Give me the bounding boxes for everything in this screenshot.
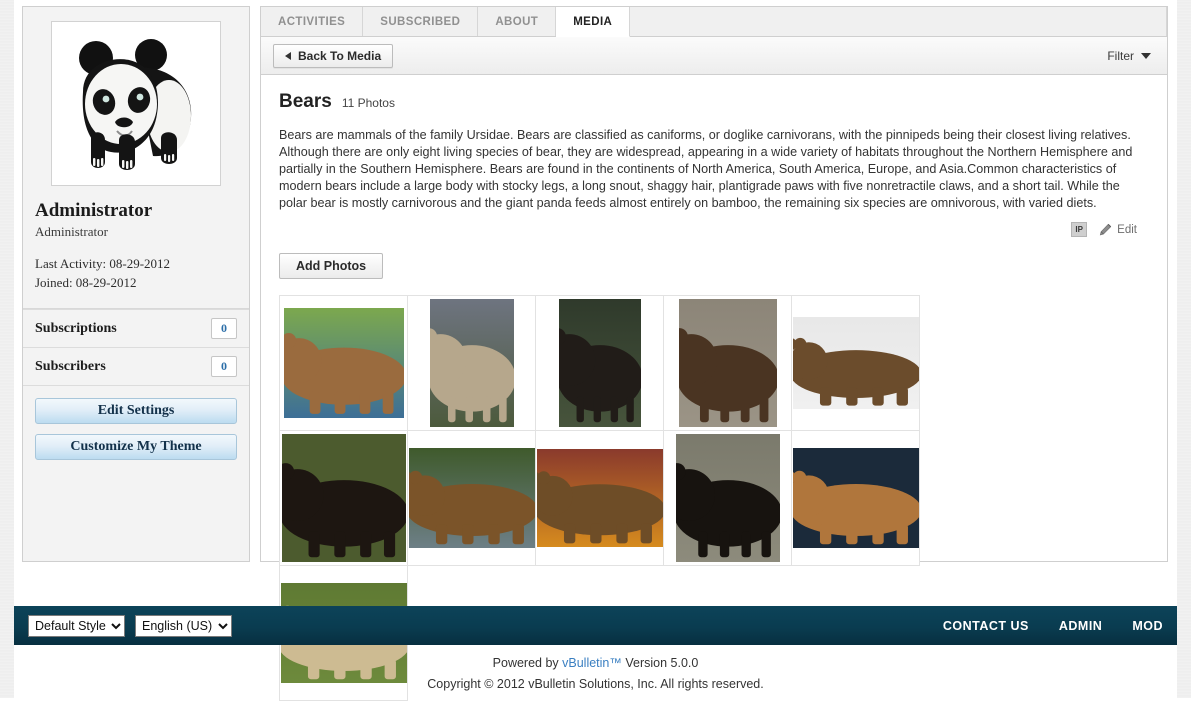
last-activity-text: Last Activity: 08-29-2012: [35, 254, 237, 273]
footer-links: CONTACT US ADMIN MOD: [943, 619, 1163, 633]
photo-image: [409, 448, 535, 548]
vbulletin-link[interactable]: vBulletin™: [562, 656, 622, 670]
edit-label: Edit: [1117, 224, 1137, 236]
language-select[interactable]: English (US): [135, 615, 232, 637]
photo-thumb-black-bear-front-view-on-rocks[interactable]: [664, 431, 792, 566]
site-footer-bar: Default Style English (US) CONTACT US AD…: [14, 606, 1177, 645]
photo-thumb-black-bear-closeup-portrait[interactable]: [280, 431, 408, 566]
powered-version: Version 5.0.0: [622, 656, 698, 670]
joined-text: Joined: 08-29-2012: [35, 273, 237, 292]
photo-image: [284, 308, 404, 418]
photo-image: [793, 448, 919, 548]
footer-link-mod[interactable]: MOD: [1132, 619, 1163, 633]
customize-my-theme-button[interactable]: Customize My Theme: [35, 434, 237, 460]
tabbar-filler: [630, 7, 1167, 36]
ip-button[interactable]: IP: [1071, 222, 1087, 237]
album-description: Bears are mammals of the family Ursidae.…: [279, 127, 1149, 212]
tab-subscribed[interactable]: SUBSCRIBED: [363, 7, 478, 36]
photo-image: [282, 434, 406, 562]
stat-count-badge: 0: [211, 318, 237, 339]
profile-sidebar: Administrator Administrator Last Activit…: [22, 6, 250, 562]
photo-image: [793, 317, 919, 409]
album-meta-actions: IP Edit: [279, 222, 1149, 237]
chevron-down-icon: [1141, 53, 1151, 59]
photo-image: [676, 434, 780, 562]
powered-by-line: Powered by vBulletin™ Version 5.0.0: [14, 653, 1177, 674]
photo-image: [559, 299, 641, 427]
filter-label: Filter: [1107, 49, 1134, 63]
edit-settings-button[interactable]: Edit Settings: [35, 398, 237, 424]
edit-album-link[interactable]: Edit: [1099, 223, 1137, 236]
photo-image: [679, 299, 777, 427]
page-root: Administrator Administrator Last Activit…: [0, 0, 1191, 698]
powered-prefix: Powered by: [493, 656, 562, 670]
filter-dropdown[interactable]: Filter: [1103, 47, 1155, 65]
sidebar-stat-subscriptions[interactable]: Subscriptions 0: [23, 309, 249, 347]
back-to-media-button[interactable]: Back To Media: [273, 44, 393, 68]
panda-avatar-icon: [61, 30, 211, 178]
album-header: Bears 11 Photos: [279, 91, 1149, 113]
footer-link-admin[interactable]: ADMIN: [1059, 619, 1102, 633]
arrow-left-icon: [285, 52, 291, 60]
media-toolbar: Back To Media Filter: [261, 37, 1167, 75]
stat-count-badge: 0: [211, 356, 237, 377]
tab-about[interactable]: ABOUT: [478, 7, 556, 36]
album-title: Bears: [279, 91, 332, 113]
sidebar-stat-subscribers[interactable]: Subscribers 0: [23, 347, 249, 385]
page-wrapper: Administrator Administrator Last Activit…: [14, 0, 1177, 604]
sidebar-actions: Edit Settings Customize My Theme: [23, 385, 249, 472]
add-photos-button[interactable]: Add Photos: [279, 253, 383, 279]
profile-usertitle: Administrator: [35, 224, 237, 240]
photo-thumb-grizzly-bear-walking-on-rocks[interactable]: [664, 296, 792, 431]
content-panel: ACTIVITIES SUBSCRIBED ABOUT MEDIA Back T…: [260, 6, 1168, 562]
avatar[interactable]: [51, 21, 221, 186]
style-select[interactable]: Default Style: [28, 615, 125, 637]
photo-thumb-brown-bear-catching-fish-in-river[interactable]: [280, 296, 408, 431]
photo-thumb-grizzly-bear-roaring[interactable]: [792, 431, 920, 566]
copyright-text: Copyright © 2012 vBulletin Solutions, In…: [14, 674, 1177, 695]
profile-username: Administrator: [35, 200, 237, 222]
tab-media[interactable]: MEDIA: [556, 7, 630, 37]
profile-meta: Last Activity: 08-29-2012 Joined: 08-29-…: [35, 254, 237, 292]
copyright-block: Powered by vBulletin™ Version 5.0.0 Copy…: [14, 650, 1177, 698]
profile-tabbar: ACTIVITIES SUBSCRIBED ABOUT MEDIA: [261, 7, 1167, 37]
photo-thumb-black-bear-standing-upright[interactable]: [536, 296, 664, 431]
photo-thumb-grizzly-bear-in-autumn-tundra[interactable]: [536, 431, 664, 566]
footer-link-contact-us[interactable]: CONTACT US: [943, 619, 1029, 633]
stat-label: Subscriptions: [35, 321, 117, 337]
pencil-icon: [1099, 223, 1112, 236]
stat-label: Subscribers: [35, 359, 106, 375]
back-to-media-label: Back To Media: [298, 49, 381, 63]
profile-identity: Administrator Administrator Last Activit…: [23, 186, 249, 292]
photo-thumb-grizzly-bear-on-riverbank[interactable]: [408, 431, 536, 566]
photo-image: [537, 449, 663, 547]
photo-thumb-standing-grizzly-bear[interactable]: [408, 296, 536, 431]
footer-selects: Default Style English (US): [28, 615, 232, 637]
album-photo-count: 11 Photos: [342, 96, 395, 110]
photo-thumb-grizzly-bear-in-snow[interactable]: [792, 296, 920, 431]
tab-activities[interactable]: ACTIVITIES: [261, 7, 363, 36]
photo-image: [430, 299, 514, 427]
